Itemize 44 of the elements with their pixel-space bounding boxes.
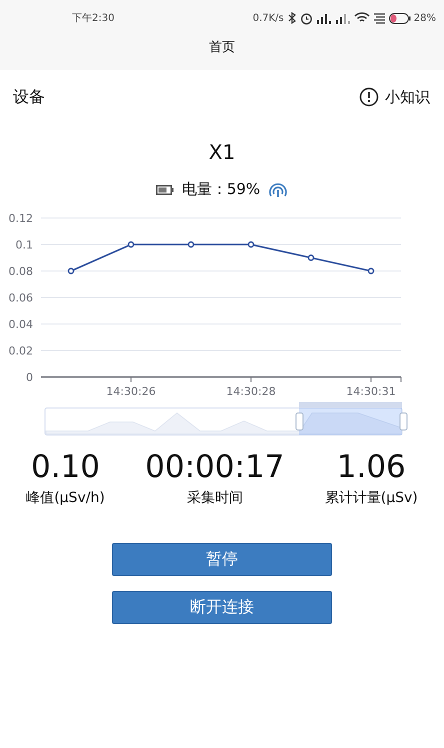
x-axis-label: 14:30:31: [346, 385, 396, 398]
device-name: X1: [208, 140, 236, 164]
battery-icon: [388, 12, 411, 24]
stat-value: 0.10: [30, 449, 100, 485]
zoom-slider[interactable]: [44, 402, 402, 436]
stat-label: 累计计量(μSv): [324, 489, 418, 507]
y-axis-label: 0.02: [8, 344, 33, 358]
section-title: 设备: [13, 86, 45, 108]
stat-value: 00:00:17: [145, 449, 284, 485]
zoom-handle[interactable]: [400, 412, 408, 430]
x-axis-label: 14:30:28: [226, 385, 276, 398]
y-axis-label: 0.08: [8, 265, 33, 278]
stat-label: 采集时间: [186, 489, 243, 507]
signal-icon: [334, 12, 351, 24]
action-button[interactable]: 暂停: [112, 543, 332, 576]
signal-strength-icon: [268, 180, 288, 198]
data-point: [368, 268, 374, 274]
battery-level: 电量：59%: [182, 180, 260, 199]
menu-icon: [372, 12, 386, 24]
status-time: 下午2:30: [72, 12, 114, 25]
action-button[interactable]: 断开连接: [112, 591, 332, 624]
data-point: [68, 268, 74, 274]
y-axis-label: 0.04: [8, 318, 33, 331]
y-axis-label: 0: [26, 371, 33, 384]
data-point: [308, 254, 314, 261]
x-axis-label: 14:30:26: [106, 385, 156, 398]
page-title: 首页: [208, 39, 236, 56]
bluetooth-icon: [286, 12, 297, 24]
info-icon: [359, 87, 379, 107]
data-point: [128, 241, 134, 248]
data-point: [248, 241, 254, 248]
data-point: [188, 241, 194, 248]
network-speed: 0.7K/s: [252, 12, 284, 24]
battery-percent: 28%: [414, 12, 436, 24]
y-axis-label: 0.06: [8, 292, 33, 304]
battery-icon: [156, 184, 174, 194]
y-axis-label: 0.12: [8, 212, 33, 225]
wifi-icon: [354, 12, 370, 24]
zoom-handle[interactable]: [296, 412, 304, 430]
stat-value: 1.06: [336, 449, 406, 485]
stat-label: 峰值(μSv/h): [26, 489, 105, 507]
y-axis-label: 0.1: [16, 238, 33, 252]
tips-link[interactable]: 小知识: [359, 87, 430, 107]
signal-icon: [316, 12, 332, 24]
